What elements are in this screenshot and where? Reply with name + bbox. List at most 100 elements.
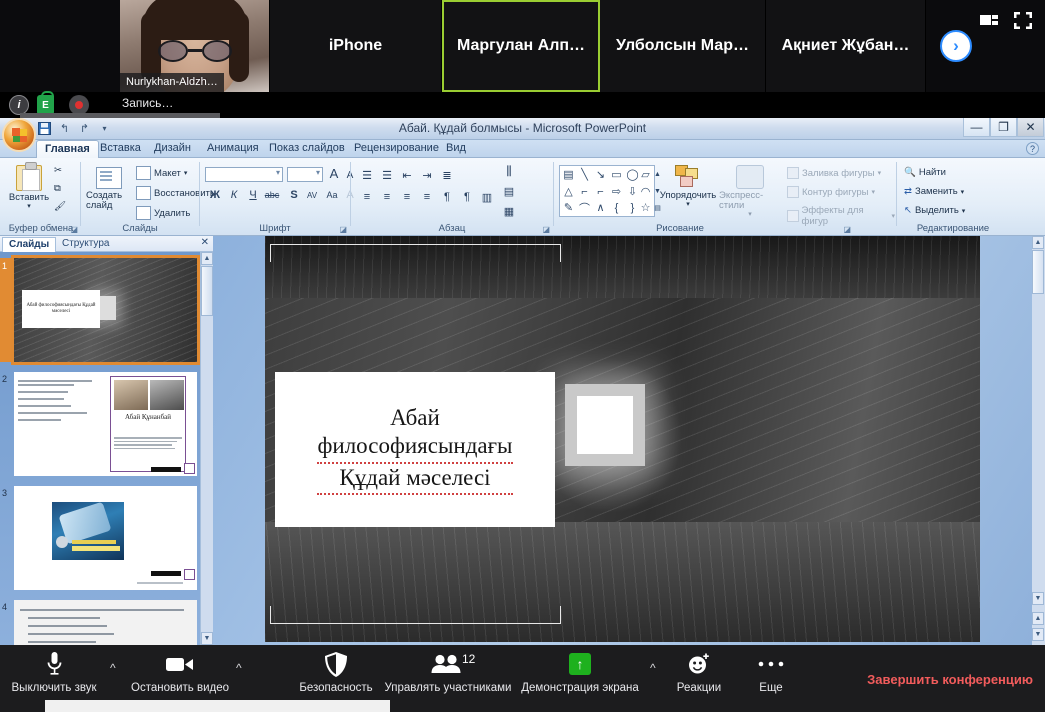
- left-brace-icon[interactable]: {: [609, 200, 624, 215]
- participants-button[interactable]: Управлять участниками: [380, 650, 516, 694]
- copy-icon[interactable]: ⧉: [54, 183, 61, 194]
- slide-vertical-scrollbar[interactable]: ▲ ▼ ▲ ▼: [1032, 236, 1045, 645]
- mute-button[interactable]: Выключить звук: [8, 650, 100, 694]
- convert-smartart-icon[interactable]: ▦: [500, 203, 518, 219]
- maximize-button[interactable]: ❐: [990, 118, 1017, 137]
- video-tile-self[interactable]: Nurlykhan-Aldzh…: [120, 0, 270, 92]
- arrange-button[interactable]: Упорядочить ▾: [659, 165, 717, 208]
- triangle-shape-icon[interactable]: △: [561, 184, 576, 199]
- textbox-shape-icon[interactable]: ▤: [561, 167, 576, 182]
- tab-animation[interactable]: Анимация: [199, 140, 267, 158]
- shape-outline-button[interactable]: Контур фигуры▾: [787, 186, 875, 198]
- italic-button[interactable]: К: [225, 187, 243, 203]
- align-left-icon[interactable]: ≡: [358, 189, 376, 205]
- slide-thumbnail-2[interactable]: Абай Құнанбай: [14, 372, 197, 476]
- redo-icon[interactable]: ↱: [76, 120, 93, 137]
- undo-icon[interactable]: ↰: [56, 120, 73, 137]
- delete-slide-button[interactable]: Удалить: [136, 206, 190, 220]
- layout-button[interactable]: Макет▾: [136, 166, 187, 180]
- tab-home[interactable]: Главная: [36, 140, 99, 158]
- clipboard-dialog-launcher[interactable]: ◪: [70, 225, 78, 234]
- decrease-indent-icon[interactable]: ⇤: [398, 167, 416, 183]
- bold-button[interactable]: Ж: [206, 187, 224, 203]
- recording-icon[interactable]: [69, 95, 89, 115]
- align-center-icon[interactable]: ≡: [378, 189, 396, 205]
- arc-shape-icon[interactable]: ∧: [593, 200, 608, 215]
- slide-editing-canvas[interactable]: Абай философиясындағы Құдай мәселесі: [265, 236, 980, 642]
- save-icon[interactable]: [36, 120, 53, 137]
- pane-tab-slides[interactable]: Слайды: [2, 237, 56, 252]
- underline-button[interactable]: Ч: [244, 187, 262, 203]
- pane-tab-outline[interactable]: Структура: [56, 237, 115, 252]
- slide-thumbnail-1[interactable]: Абай философиясындағы Құдай мәселесі: [14, 258, 197, 362]
- video-tile-margulan[interactable]: Маргулан Алп…: [442, 0, 600, 92]
- reactions-button[interactable]: Реакции: [668, 650, 730, 694]
- bullets-icon[interactable]: ☰: [358, 167, 376, 183]
- text-direction-icon[interactable]: ⫼: [500, 163, 518, 179]
- font-name-combo[interactable]: [205, 167, 283, 182]
- share-options-caret-icon[interactable]: ^: [650, 661, 656, 675]
- shapes-gallery[interactable]: ▤ ╲ ↘ ▭ ◯ ▱ △ ⌐ ⌐ ⇨ ⇩ ◠ ✎ ⌒ ∧ { }: [559, 165, 655, 217]
- shape-fill-button[interactable]: Заливка фигуры▾: [787, 167, 881, 179]
- change-case-button[interactable]: Aa: [323, 187, 341, 203]
- curve-shape-icon[interactable]: ⌒: [577, 200, 592, 215]
- tab-design[interactable]: Дизайн: [146, 140, 199, 158]
- more-button[interactable]: Еще: [748, 650, 794, 694]
- format-painter-icon[interactable]: 🖌: [54, 201, 66, 212]
- scroll-down-icon[interactable]: ▼: [1032, 592, 1044, 605]
- numbering-icon[interactable]: ☰: [378, 167, 396, 183]
- text-direction-ltr-icon[interactable]: ¶: [438, 189, 456, 205]
- slide-title-textbox[interactable]: Абай философиясындағы Құдай мәселесі: [275, 372, 555, 527]
- minimize-button[interactable]: —: [963, 118, 990, 137]
- arrow-shape-icon[interactable]: ↘: [593, 167, 608, 182]
- tab-insert[interactable]: Вставка: [92, 140, 149, 158]
- font-dialog-launcher[interactable]: ◪: [339, 225, 347, 234]
- right-arrow-shape-icon[interactable]: ⇨: [609, 184, 624, 199]
- text-direction-rtl-icon[interactable]: ¶: [458, 189, 476, 205]
- find-button[interactable]: 🔍 Найти: [904, 167, 946, 178]
- elbow-arrow-icon[interactable]: ⌐: [593, 184, 608, 199]
- increase-indent-icon[interactable]: ⇥: [418, 167, 436, 183]
- scrollbar-thumb[interactable]: [1032, 250, 1044, 294]
- next-slide-icon[interactable]: ▼: [1032, 628, 1044, 641]
- replace-button[interactable]: ⇄ Заменить▾: [904, 186, 964, 197]
- shadow-button[interactable]: S: [285, 187, 303, 203]
- paragraph-dialog-launcher[interactable]: ◪: [542, 225, 550, 234]
- next-page-arrow-icon[interactable]: ›: [940, 30, 972, 62]
- align-right-icon[interactable]: ≡: [398, 189, 416, 205]
- slides-pane-scrollbar[interactable]: ▲ ▼: [200, 252, 213, 645]
- font-size-combo[interactable]: [287, 167, 323, 182]
- stop-video-button[interactable]: Остановить видео: [134, 650, 226, 694]
- tab-slideshow[interactable]: Показ слайдов: [261, 140, 353, 158]
- help-icon[interactable]: ?: [1026, 142, 1039, 155]
- character-spacing-button[interactable]: AV: [303, 187, 321, 203]
- customize-qat-icon[interactable]: ▾: [96, 120, 113, 137]
- security-button[interactable]: Безопасность: [296, 650, 376, 694]
- end-meeting-button[interactable]: Завершить конференцию: [867, 672, 1033, 687]
- rectangle-shape-icon[interactable]: ▭: [609, 167, 624, 182]
- encryption-lock-icon[interactable]: E: [37, 95, 54, 115]
- office-button[interactable]: [2, 118, 36, 152]
- video-options-caret-icon[interactable]: ^: [236, 661, 242, 675]
- view-layout-icon[interactable]: [980, 12, 998, 30]
- line-shape-icon[interactable]: ╲: [577, 167, 592, 182]
- scroll-down-icon[interactable]: ▼: [201, 632, 213, 645]
- select-button[interactable]: ↖ Выделить▾: [904, 205, 965, 216]
- close-button[interactable]: ✕: [1017, 118, 1044, 137]
- strikethrough-button[interactable]: abc: [263, 187, 281, 203]
- share-screen-button[interactable]: ↑ Демонстрация экрана: [524, 650, 636, 694]
- video-tile-akniet[interactable]: Ақниет Жұбан…: [766, 0, 926, 92]
- drawing-dialog-launcher[interactable]: ◪: [843, 225, 851, 234]
- line-spacing-icon[interactable]: ≣: [438, 167, 456, 183]
- tab-view[interactable]: Вид: [438, 140, 474, 158]
- freeform-shape-icon[interactable]: ✎: [561, 200, 576, 215]
- scroll-up-icon[interactable]: ▲: [201, 252, 213, 265]
- justify-icon[interactable]: ≡: [418, 189, 436, 205]
- elbow-connector-icon[interactable]: ⌐: [577, 184, 592, 199]
- scroll-up-icon[interactable]: ▲: [1032, 236, 1044, 249]
- info-icon[interactable]: i: [9, 95, 29, 115]
- cut-icon[interactable]: ✂: [54, 165, 62, 176]
- paste-button[interactable]: Вставить ▾: [8, 165, 50, 210]
- new-slide-button[interactable]: Создать слайд: [86, 167, 132, 211]
- slide-thumbnail-3[interactable]: [14, 486, 197, 590]
